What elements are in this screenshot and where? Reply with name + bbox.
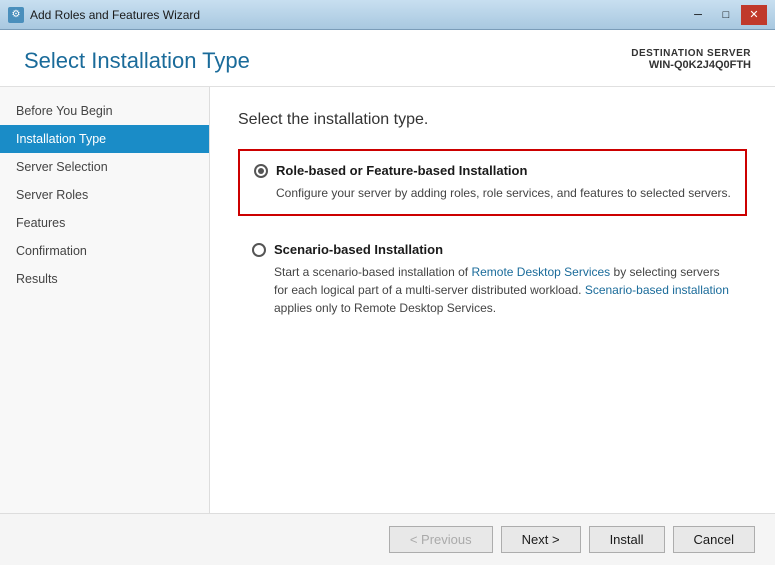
- destination-value: WIN-Q0K2J4Q0FTH: [631, 59, 751, 71]
- cancel-button[interactable]: Cancel: [673, 526, 755, 553]
- option1-label: Role-based or Feature-based Installation: [276, 163, 527, 178]
- close-button[interactable]: ✕: [741, 5, 767, 25]
- previous-button[interactable]: < Previous: [389, 526, 493, 553]
- radio-scenario-based[interactable]: [252, 243, 266, 257]
- sidebar-item-confirmation[interactable]: Confirmation: [0, 237, 209, 265]
- wizard-window: Select Installation Type DESTINATION SER…: [0, 30, 775, 565]
- sidebar-item-before-you-begin[interactable]: Before You Begin: [0, 97, 209, 125]
- titlebar-title: Add Roles and Features Wizard: [30, 8, 200, 22]
- content-subtitle: Select the installation type.: [238, 111, 747, 129]
- option2-label: Scenario-based Installation: [274, 242, 443, 257]
- sidebar-item-features[interactable]: Features: [0, 209, 209, 237]
- sidebar-item-server-selection[interactable]: Server Selection: [0, 153, 209, 181]
- page-title: Select Installation Type: [24, 48, 250, 74]
- sidebar: Before You Begin Installation Type Serve…: [0, 87, 210, 513]
- wizard-body: Before You Begin Installation Type Serve…: [0, 87, 775, 513]
- install-button[interactable]: Install: [589, 526, 665, 553]
- destination-server-info: DESTINATION SERVER WIN-Q0K2J4Q0FTH: [631, 48, 751, 71]
- option-role-based[interactable]: Role-based or Feature-based Installation…: [238, 149, 747, 216]
- main-content: Select the installation type. Role-based…: [210, 87, 775, 513]
- restore-button[interactable]: □: [713, 5, 739, 25]
- next-button[interactable]: Next >: [501, 526, 581, 553]
- wizard-header: Select Installation Type DESTINATION SER…: [0, 30, 775, 87]
- option2-link-rds[interactable]: Remote Desktop Services: [471, 265, 610, 279]
- sidebar-item-results[interactable]: Results: [0, 265, 209, 293]
- option2-desc: Start a scenario-based installation of R…: [274, 263, 733, 317]
- destination-label: DESTINATION SERVER: [631, 48, 751, 59]
- titlebar-controls: ─ □ ✕: [685, 5, 767, 25]
- option2-header: Scenario-based Installation: [252, 242, 733, 257]
- option2-desc-part1: Start a scenario-based installation of: [274, 265, 471, 279]
- radio-role-based[interactable]: [254, 164, 268, 178]
- option1-desc: Configure your server by adding roles, r…: [276, 184, 731, 202]
- wizard-footer: < Previous Next > Install Cancel: [0, 513, 775, 565]
- app-icon: ⚙: [8, 7, 24, 23]
- sidebar-item-installation-type[interactable]: Installation Type: [0, 125, 209, 153]
- option2-link-scenario[interactable]: Scenario-based installation: [585, 283, 729, 297]
- minimize-button[interactable]: ─: [685, 5, 711, 25]
- titlebar: ⚙ Add Roles and Features Wizard ─ □ ✕: [0, 0, 775, 30]
- option1-header: Role-based or Feature-based Installation: [254, 163, 731, 178]
- titlebar-left: ⚙ Add Roles and Features Wizard: [8, 7, 200, 23]
- sidebar-item-server-roles[interactable]: Server Roles: [0, 181, 209, 209]
- option2-desc-part3: applies only to Remote Desktop Services.: [274, 301, 496, 315]
- option-scenario-based[interactable]: Scenario-based Installation Start a scen…: [238, 230, 747, 329]
